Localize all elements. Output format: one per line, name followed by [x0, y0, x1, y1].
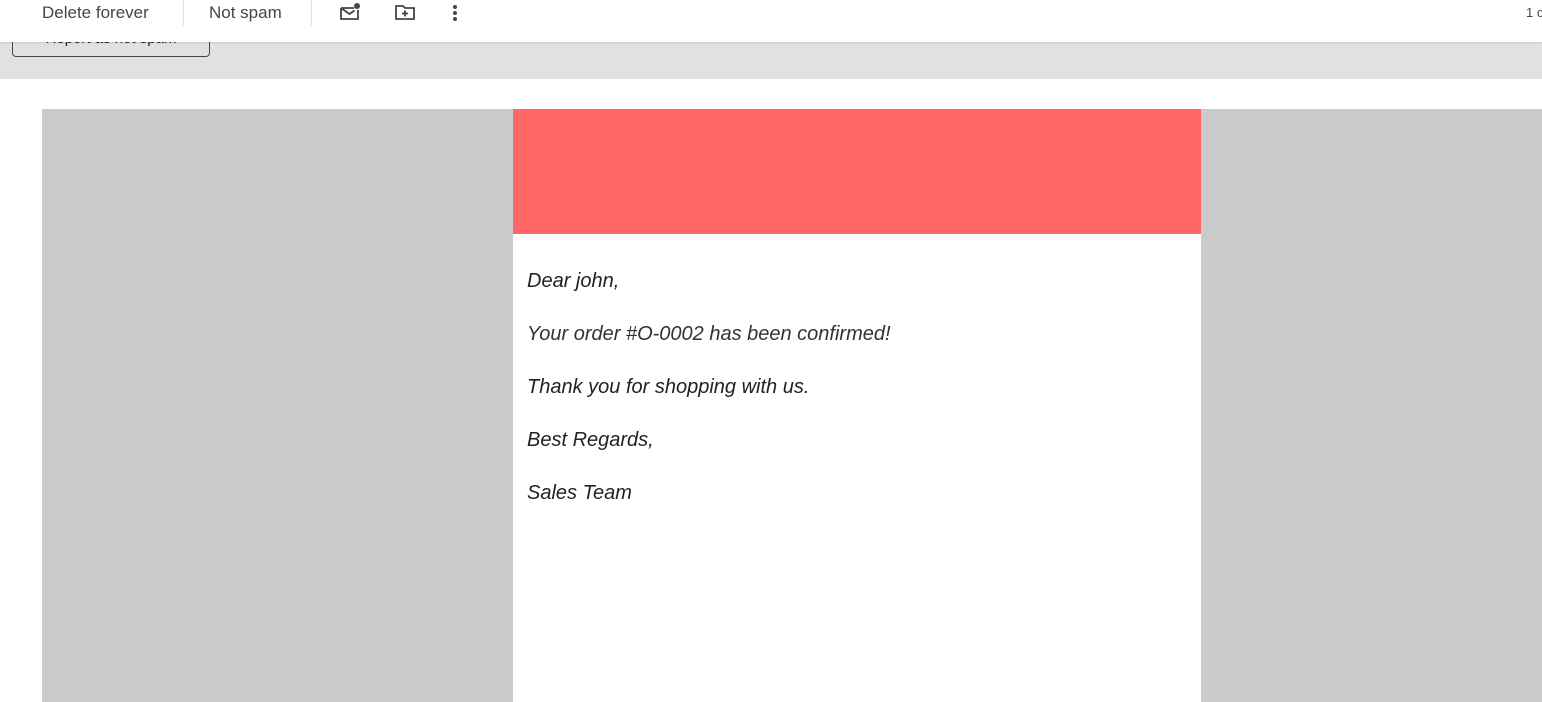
email-content-area: Dear john, Your order #O-0002 has been c… [42, 109, 1542, 702]
move-to-icon[interactable] [393, 0, 417, 24]
signature-text: Sales Team [527, 482, 632, 504]
email-header-banner [513, 109, 1201, 234]
email-greeting: Dear john, [527, 270, 620, 292]
pagination-count: 1 c [1526, 5, 1542, 20]
thank-you-text: Thank you for shopping with us. [527, 376, 810, 398]
email-card: Dear john, Your order #O-0002 has been c… [513, 109, 1201, 702]
toolbar-divider [311, 0, 312, 26]
mark-unread-icon[interactable] [338, 0, 362, 24]
toolbar-divider [183, 0, 184, 26]
more-options-icon[interactable] [443, 0, 467, 24]
email-body: Dear john, Your order #O-0002 has been c… [513, 234, 1201, 505]
not-spam-button[interactable]: Not spam [209, 0, 282, 26]
closing-text: Best Regards, [527, 429, 654, 451]
order-confirmation-text: Your order #O-0002 has been confirmed! [527, 323, 891, 345]
email-toolbar: Delete forever Not spam 1 c [0, 0, 1542, 42]
delete-forever-button[interactable]: Delete forever [42, 0, 149, 26]
